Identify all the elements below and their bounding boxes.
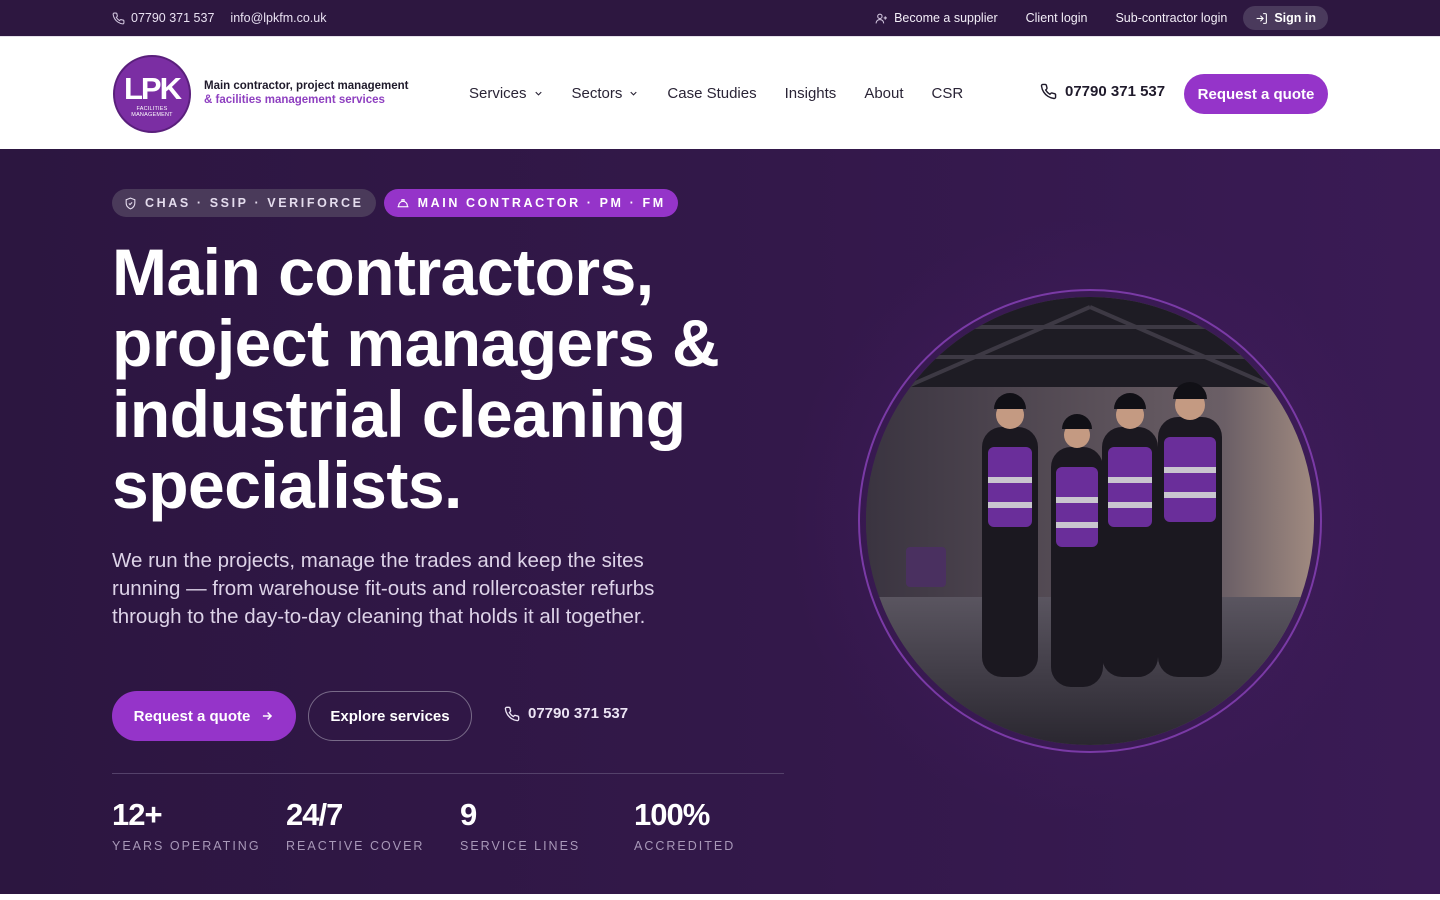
sign-in-icon	[1256, 12, 1268, 24]
logo-text: LPK	[124, 71, 182, 106]
nav-csr[interactable]: CSR	[932, 85, 964, 102]
phone-icon	[112, 12, 125, 24]
nav-sectors-label: Sectors	[571, 85, 623, 102]
shield-icon	[125, 197, 136, 210]
nav-insights-label: Insights	[784, 85, 837, 102]
hero-phone-link[interactable]: 07790 371 537	[504, 705, 628, 722]
main-nav: Services Sectors Case Studies Insights A…	[469, 37, 991, 150]
stat-label: REACTIVE COVER	[286, 839, 425, 853]
header-phone-link[interactable]: 07790 371 537	[1040, 83, 1165, 100]
stat-value: 24/7	[286, 797, 343, 832]
nav-case-studies-label: Case Studies	[667, 85, 757, 102]
topbar-email[interactable]: info@lpkfm.co.uk	[230, 11, 326, 25]
nav-sectors[interactable]: Sectors	[572, 85, 640, 102]
stat-label: ACCREDITED	[634, 839, 736, 853]
nav-case-studies[interactable]: Case Studies	[667, 85, 756, 102]
subcontractor-login-label: Sub-contractor login	[1115, 11, 1228, 25]
phone-icon	[1040, 83, 1057, 100]
lpk-logo[interactable]: LPK FACILITIES MANAGEMENT	[113, 55, 191, 133]
topbar-email-text: info@lpkfm.co.uk	[230, 11, 327, 25]
hero-phone-text: 07790 371 537	[528, 705, 629, 722]
user-plus-icon	[875, 13, 887, 23]
stat-value: 12+	[112, 797, 163, 832]
brand-tagline: Main contractor, project management & fa…	[204, 79, 409, 107]
accreditations-badge-label: CHAS · SSIP · VERIFORCE	[145, 196, 364, 210]
nav-insights[interactable]: Insights	[785, 85, 837, 102]
stat-service-lines: 9 SERVICE LINES	[460, 797, 634, 853]
sign-in-label: Sign in	[1274, 11, 1316, 25]
roles-badge-label: MAIN CONTRACTOR · PM · FM	[417, 196, 666, 210]
explore-services-button[interactable]: Explore services	[308, 691, 472, 741]
accreditations-badge: CHAS · SSIP · VERIFORCE	[112, 189, 376, 217]
top-bar: 07790 371 537 info@lpkfm.co.uk Become a …	[0, 0, 1440, 36]
logo-subtext: FACILITIES MANAGEMENT	[131, 106, 173, 118]
nav-about[interactable]: About	[864, 85, 903, 102]
hero-section: CHAS · SSIP · VERIFORCE MAIN CONTRACTOR …	[0, 149, 1440, 894]
stat-label: SERVICE LINES	[460, 839, 581, 853]
become-supplier-link[interactable]: Become a supplier	[875, 11, 998, 25]
become-supplier-label: Become a supplier	[894, 11, 998, 25]
nav-services-label: Services	[469, 85, 527, 102]
header-request-quote-button[interactable]: Request a quote	[1184, 74, 1328, 114]
main-header: LPK FACILITIES MANAGEMENT Main contracto…	[0, 36, 1440, 149]
subcontractor-login-link[interactable]: Sub-contractor login	[1115, 11, 1227, 25]
nav-services[interactable]: Services	[469, 85, 544, 102]
hard-hat-icon	[397, 198, 409, 207]
client-login-label: Client login	[1025, 11, 1088, 25]
topbar-phone[interactable]: 07790 371 537	[112, 11, 214, 25]
tagline-line-1: Main contractor, project management	[204, 80, 409, 92]
hero-team-photo	[866, 297, 1314, 745]
stat-value: 9	[460, 797, 477, 832]
stat-years: 12+ YEARS OPERATING	[112, 797, 286, 853]
header-request-quote-label: Request a quote	[1197, 85, 1315, 103]
arrow-right-icon	[263, 711, 273, 721]
nav-about-label: About	[864, 85, 904, 102]
chevron-down-icon	[534, 91, 542, 96]
sign-in-button[interactable]: Sign in	[1243, 6, 1328, 30]
phone-icon	[504, 706, 520, 721]
hero-request-quote-button[interactable]: Request a quote	[112, 691, 296, 741]
hero-subtitle: We run the projects, manage the trades a…	[112, 549, 655, 628]
tagline-line-2: & facilities management services	[204, 94, 385, 106]
team-photo-illustration	[866, 297, 1314, 745]
page-bottom-strip	[0, 894, 1440, 900]
hero-divider	[112, 773, 784, 774]
stat-label: YEARS OPERATING	[112, 839, 261, 853]
stat-value: 100%	[634, 797, 710, 832]
header-phone-text: 07790 371 537	[1065, 83, 1166, 100]
hero-badges: CHAS · SSIP · VERIFORCE MAIN CONTRACTOR …	[112, 189, 678, 217]
chevron-down-icon	[630, 91, 638, 96]
hero-title: Main contractors, project managers & ind…	[112, 235, 720, 522]
hero-stats: 12+ YEARS OPERATING 24/7 REACTIVE COVER …	[112, 797, 808, 853]
roles-badge: MAIN CONTRACTOR · PM · FM	[383, 189, 678, 217]
stat-reactive-cover: 24/7 REACTIVE COVER	[286, 797, 460, 853]
topbar-phone-text: 07790 371 537	[131, 11, 215, 25]
nav-csr-label: CSR	[931, 85, 964, 102]
explore-services-label: Explore services	[330, 707, 450, 725]
stat-accredited: 100% ACCREDITED	[634, 797, 808, 853]
client-login-link[interactable]: Client login	[1026, 11, 1088, 25]
hero-request-quote-label: Request a quote	[133, 707, 251, 725]
